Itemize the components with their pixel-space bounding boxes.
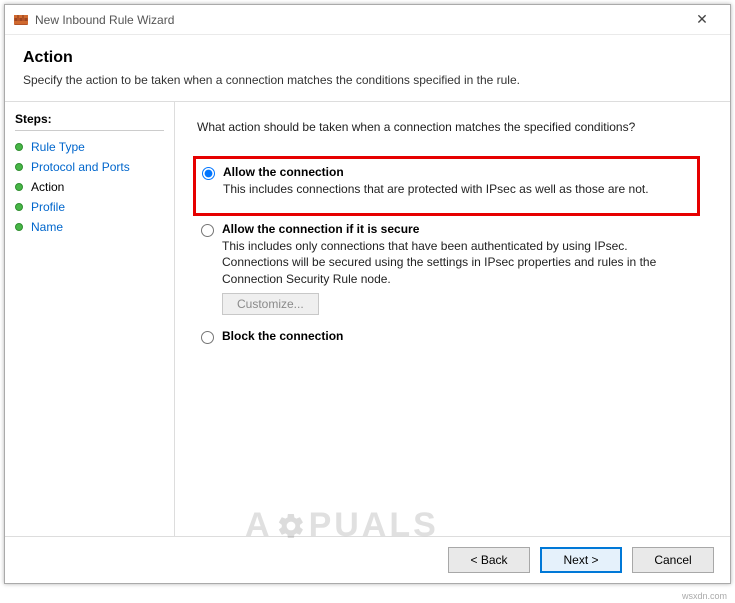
option-allow-secure[interactable]: Allow the connection if it is secure Thi…: [197, 222, 708, 315]
window-title: New Inbound Rule Wizard: [35, 13, 682, 27]
option-allow[interactable]: Allow the connection This includes conne…: [198, 165, 693, 197]
back-button[interactable]: < Back: [448, 547, 530, 573]
titlebar: New Inbound Rule Wizard ✕: [5, 5, 730, 35]
step-label: Action: [31, 180, 64, 194]
footer: < Back Next > Cancel: [5, 536, 730, 583]
action-options: Allow the connection This includes conne…: [197, 156, 708, 344]
step-protocol-ports[interactable]: Protocol and Ports: [15, 157, 164, 177]
highlight-box: Allow the connection This includes conne…: [193, 156, 700, 216]
step-bullet-icon: [15, 163, 23, 171]
page-description: Specify the action to be taken when a co…: [23, 73, 712, 87]
step-profile[interactable]: Profile: [15, 197, 164, 217]
steps-divider: [15, 130, 164, 131]
option-allow-label: Allow the connection: [223, 165, 681, 179]
option-allow-secure-desc: This includes only connections that have…: [222, 238, 696, 287]
step-bullet-icon: [15, 223, 23, 231]
steps-header: Steps:: [15, 112, 164, 126]
option-block-body: Block the connection: [222, 329, 708, 343]
radio-block[interactable]: [201, 331, 214, 344]
step-label: Rule Type: [31, 140, 85, 154]
option-allow-body: Allow the connection This includes conne…: [223, 165, 693, 197]
action-prompt: What action should be taken when a conne…: [197, 120, 708, 134]
close-icon[interactable]: ✕: [682, 11, 722, 28]
step-name[interactable]: Name: [15, 217, 164, 237]
step-bullet-icon: [15, 143, 23, 151]
next-button[interactable]: Next >: [540, 547, 622, 573]
step-bullet-icon: [15, 203, 23, 211]
step-label: Name: [31, 220, 63, 234]
wizard-window: New Inbound Rule Wizard ✕ Action Specify…: [4, 4, 731, 584]
page-title: Action: [23, 49, 712, 67]
steps-sidebar: Steps: Rule Type Protocol and Ports Acti…: [5, 102, 175, 536]
customize-button: Customize...: [222, 293, 319, 315]
firewall-icon: [13, 12, 29, 28]
option-block[interactable]: Block the connection: [197, 329, 708, 344]
step-label: Protocol and Ports: [31, 160, 130, 174]
option-allow-secure-label: Allow the connection if it is secure: [222, 222, 696, 236]
credit-text: wsxdn.com: [682, 591, 727, 601]
header: Action Specify the action to be taken wh…: [5, 35, 730, 95]
body: Steps: Rule Type Protocol and Ports Acti…: [5, 102, 730, 536]
option-block-label: Block the connection: [222, 329, 696, 343]
step-bullet-icon: [15, 183, 23, 191]
radio-allow-secure[interactable]: [201, 224, 214, 237]
step-action[interactable]: Action: [15, 177, 164, 197]
step-label: Profile: [31, 200, 65, 214]
radio-allow[interactable]: [202, 167, 215, 180]
step-rule-type[interactable]: Rule Type: [15, 137, 164, 157]
main-panel: What action should be taken when a conne…: [175, 102, 730, 536]
option-allow-secure-body: Allow the connection if it is secure Thi…: [222, 222, 708, 315]
cancel-button[interactable]: Cancel: [632, 547, 714, 573]
option-allow-desc: This includes connections that are prote…: [223, 181, 681, 197]
